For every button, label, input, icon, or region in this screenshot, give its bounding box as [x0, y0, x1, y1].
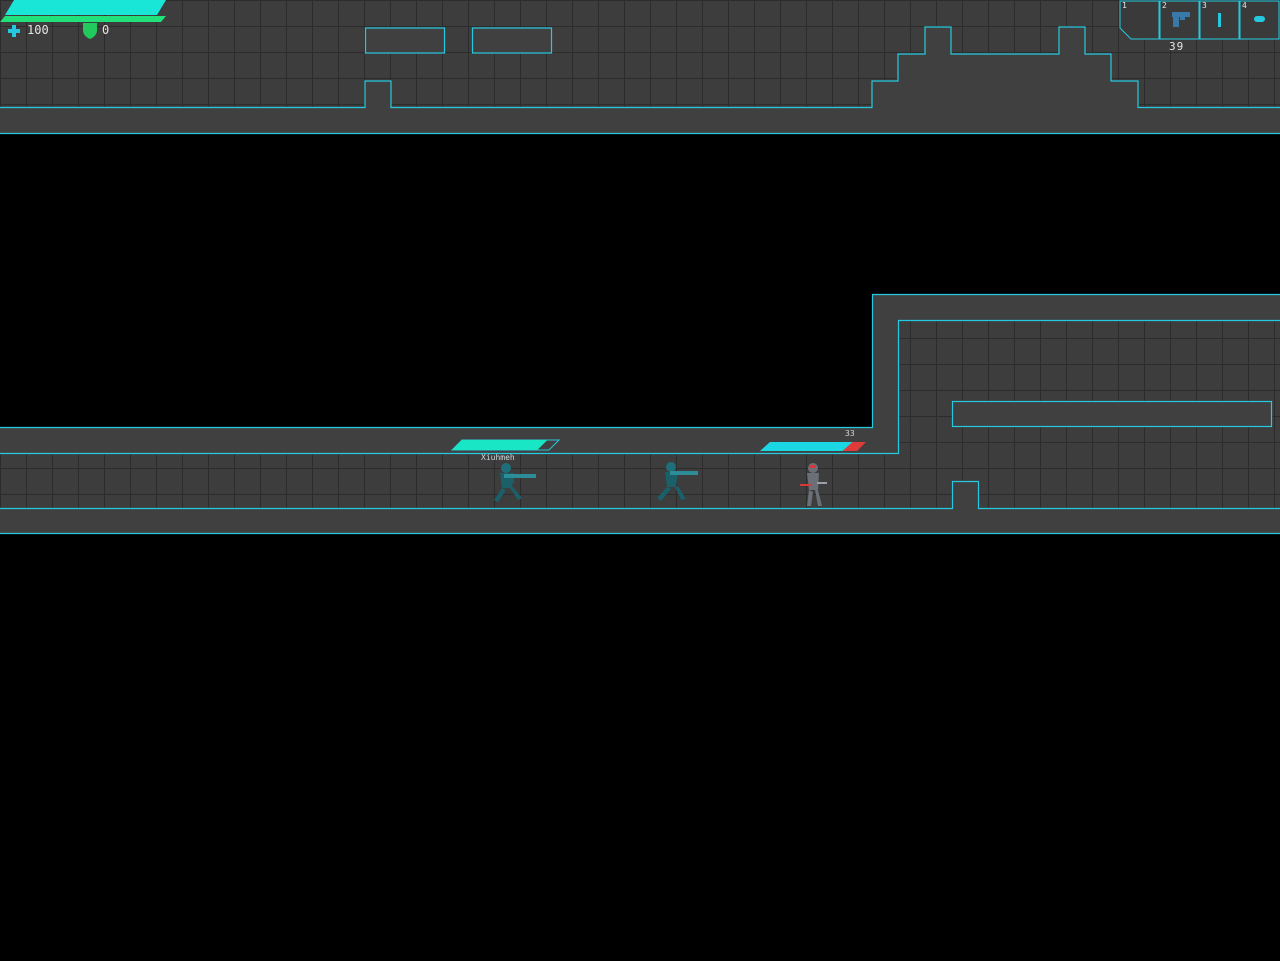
weapon-slot-1-number: 1 [1122, 1, 1127, 10]
enemy-health-value: 33 [845, 429, 855, 438]
armor-bar [0, 16, 166, 22]
player-name-label: Xiuhmeh [481, 453, 515, 462]
weapon-slot-2-number: 2 [1162, 1, 1167, 10]
weapon-slot-4-number: 4 [1242, 1, 1247, 10]
health-value: 100 [27, 23, 49, 37]
lower-corridor [0, 293, 1280, 535]
weapon-slots[interactable] [1119, 0, 1280, 40]
weapon-slot-3-number: 3 [1202, 1, 1207, 10]
armor-value: 0 [102, 23, 110, 37]
grenade-icon [1254, 16, 1265, 22]
knife-icon [1218, 13, 1221, 27]
game-scene [0, 0, 1280, 535]
ammo-count: 39 [1169, 40, 1185, 53]
upper-corridor [0, 0, 1280, 135]
hud-status-bars [0, 0, 166, 22]
enemy-health-bar [760, 442, 866, 451]
health-bar [5, 0, 166, 15]
